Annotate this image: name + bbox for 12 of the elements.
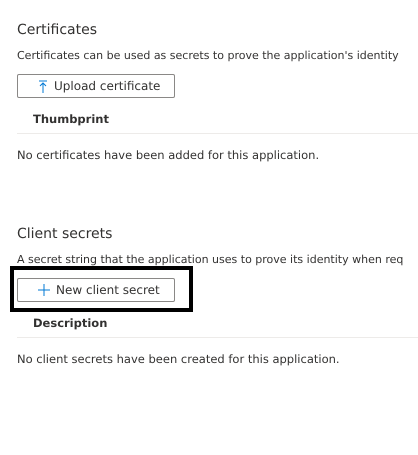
empty-message: No certificates have been added for this application. — [17, 148, 320, 162]
section-description: A secret string that the application uses to prove its identity when req — [17, 253, 404, 266]
section-title: Certificates — [17, 22, 98, 38]
upload-button[interactable]: Upload certificate — [17, 74, 176, 98]
empty-message: No client secrets have been created for this application. — [17, 352, 341, 366]
plus-icon — [38, 284, 50, 296]
column-header: Thumbprint — [32, 111, 110, 128]
add-button[interactable]: New client secret — [17, 278, 175, 302]
section-title: Client secrets — [17, 226, 114, 242]
upload-icon — [38, 80, 48, 92]
section-description: Certificates can be used as secrets to prove the application's identity — [17, 49, 400, 62]
column-header: Description — [32, 315, 108, 332]
